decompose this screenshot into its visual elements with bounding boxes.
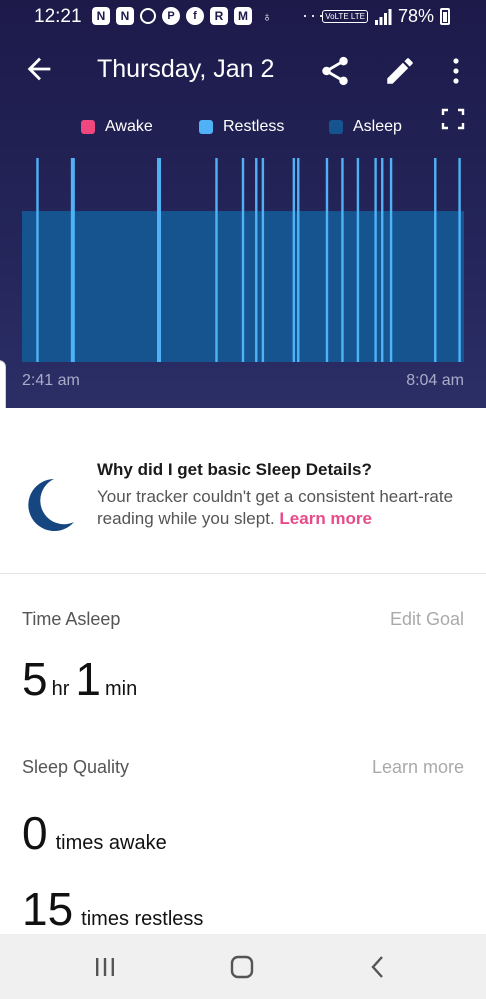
info-text: Your tracker couldn't get a consistent h…	[97, 487, 454, 528]
fitness-icon: ♁	[262, 8, 272, 24]
restless-spike	[241, 158, 245, 362]
minutes-value: 1	[75, 653, 101, 705]
time-asleep-header: Time Asleep Edit Goal	[22, 609, 464, 630]
share-button[interactable]	[318, 54, 352, 88]
restless-spike	[374, 158, 377, 362]
more-options-button[interactable]	[444, 54, 468, 88]
info-body: Your tracker couldn't get a consistent h…	[97, 486, 457, 530]
info-title: Why did I get basic Sleep Details?	[97, 460, 372, 479]
share-icon	[322, 56, 348, 86]
system-navigation-bar	[0, 934, 486, 999]
awake-label: times awake	[55, 832, 167, 854]
legend-awake: Awake	[81, 118, 153, 136]
restless-spike	[36, 158, 39, 362]
chart-end-time: 8:04 am	[406, 372, 464, 389]
circle-icon	[140, 8, 156, 24]
legend-asleep: Asleep	[329, 118, 402, 136]
awake-count: 0	[22, 807, 48, 859]
page-title: Thursday, Jan 2	[97, 55, 275, 83]
restless-count: 15	[22, 883, 74, 935]
restless-spike	[381, 158, 384, 362]
sleep-header-panel: 12:21 N N P f R M ♁ ··· VoLTE LTE 78% Th…	[0, 0, 486, 408]
pinterest-icon: P	[162, 7, 180, 25]
status-bar: 12:21 N N P f R M ♁ ··· VoLTE LTE 78%	[0, 0, 486, 34]
battery-icon	[440, 8, 450, 25]
home-icon	[230, 955, 254, 979]
legend-swatch-restless	[199, 120, 213, 134]
edit-button[interactable]	[383, 54, 417, 88]
moon-icon	[28, 479, 74, 531]
restless-spike	[292, 158, 296, 362]
sleep-quality-header: Sleep Quality Learn more	[22, 757, 464, 778]
chart-legend: Awake Restless Asleep	[0, 118, 486, 142]
legend-label: Asleep	[353, 118, 402, 135]
mail-icon: M	[234, 7, 252, 25]
sleep-stages-chart	[22, 158, 464, 362]
time-asleep-label: Time Asleep	[22, 609, 121, 629]
home-button[interactable]	[227, 952, 257, 982]
legend-restless: Restless	[199, 118, 284, 136]
time-asleep-value: 5 hr 1 min	[22, 652, 143, 706]
restless-spike	[215, 158, 218, 362]
restless-spike	[434, 158, 437, 362]
hours-value: 5	[22, 653, 48, 705]
back-nav-button[interactable]	[363, 952, 393, 982]
recent-apps-icon	[96, 958, 114, 976]
notification-icons: N N P f R M ♁	[92, 7, 276, 25]
system-status: VoLTE LTE 78%	[322, 6, 450, 27]
learn-more-link[interactable]: Learn more	[279, 509, 372, 528]
recent-apps-button[interactable]	[90, 952, 120, 982]
restless-count-row: 15 times restless	[22, 882, 209, 936]
nest-icon: N	[116, 7, 134, 25]
restless-spike	[261, 158, 265, 362]
minutes-unit: min	[104, 678, 138, 700]
restless-spike	[389, 158, 393, 362]
app-bar: Thursday, Jan 2	[0, 44, 486, 98]
chart-start-time: 2:41 am	[22, 372, 80, 389]
back-button[interactable]	[22, 52, 56, 86]
basic-sleep-info-card: Why did I get basic Sleep Details? Your …	[0, 408, 486, 574]
hours-unit: hr	[51, 678, 70, 700]
pencil-icon	[387, 58, 413, 84]
restless-spike	[325, 158, 329, 362]
legend-swatch-asleep	[329, 120, 343, 134]
edit-goal-link[interactable]: Edit Goal	[390, 609, 464, 630]
sleep-quality-label: Sleep Quality	[22, 757, 130, 777]
r-icon: R	[210, 7, 228, 25]
network-label: VoLTE LTE	[322, 10, 368, 23]
restless-spike	[356, 158, 360, 362]
signal-icon	[374, 8, 392, 25]
battery-percent: 78%	[397, 6, 434, 26]
fullscreen-button[interactable]	[441, 108, 465, 130]
restless-spike	[70, 158, 75, 362]
chevron-left-icon	[371, 956, 383, 978]
restless-spike	[458, 158, 461, 362]
restless-spike	[297, 158, 300, 362]
awake-count-row: 0 times awake	[22, 806, 173, 860]
restless-spike	[255, 158, 258, 362]
nest-icon: N	[92, 7, 110, 25]
restless-label: times restless	[81, 908, 204, 930]
restless-spike	[341, 158, 344, 362]
sleep-quality-learn-more-link[interactable]: Learn more	[372, 757, 464, 778]
fullscreen-icon	[441, 108, 465, 130]
facebook-icon: f	[186, 7, 204, 25]
restless-spike	[157, 158, 162, 362]
legend-swatch-awake	[81, 120, 95, 134]
legend-label: Restless	[223, 118, 285, 135]
status-time: 12:21	[34, 6, 82, 27]
more-vert-icon	[453, 58, 459, 84]
legend-label: Awake	[105, 118, 153, 135]
arrow-back-icon	[27, 57, 51, 81]
